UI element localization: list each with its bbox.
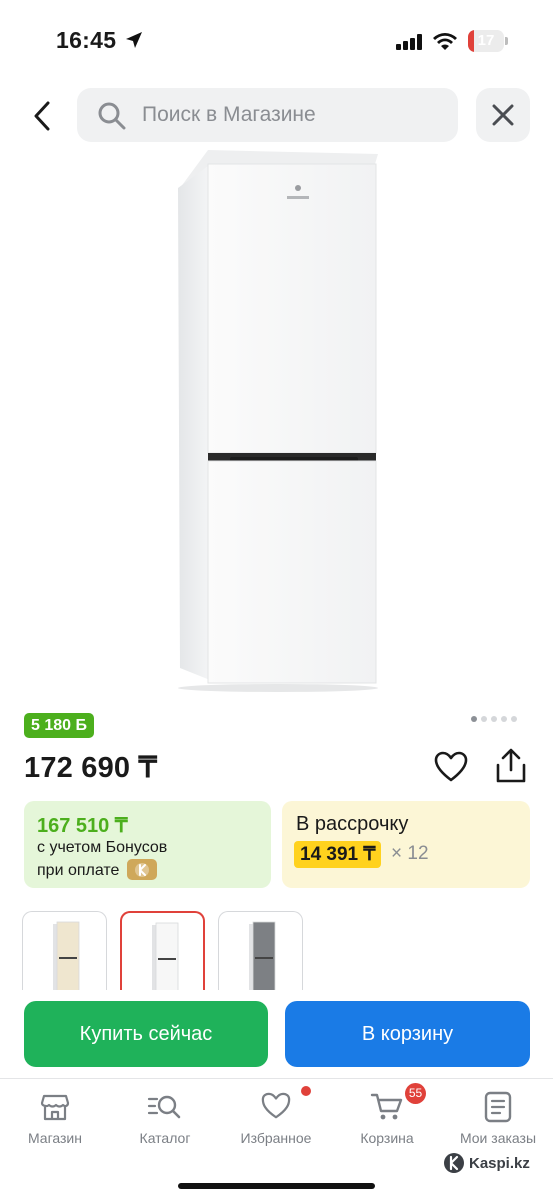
- search-placeholder: Поиск в Магазине: [142, 103, 316, 126]
- share-icon: [496, 748, 526, 783]
- tab-label: Избранное: [240, 1130, 312, 1146]
- tab-label: Мои заказы: [459, 1130, 537, 1146]
- variant-beige[interactable]: [22, 911, 107, 991]
- favorites-notification-dot: [301, 1086, 311, 1096]
- bonus-caption-line2: при оплате: [37, 862, 120, 879]
- installment-months: × 12: [391, 843, 429, 864]
- top-nav: Поиск в Магазине: [0, 88, 553, 144]
- catalog-search-icon: [147, 1095, 181, 1119]
- share-button[interactable]: [494, 748, 528, 789]
- pagination-dot[interactable]: [501, 716, 507, 722]
- tab-orders[interactable]: Мои заказы: [443, 1079, 553, 1159]
- kaspi-logo-icon: [444, 1153, 464, 1173]
- heart-icon: [434, 751, 468, 782]
- home-indicator[interactable]: [178, 1183, 375, 1189]
- tab-label: Каталог: [139, 1130, 191, 1146]
- variant-white[interactable]: [120, 911, 205, 991]
- kaspi-watermark: Kaspi.kz: [443, 1152, 530, 1174]
- watermark-text: Kaspi.kz: [469, 1154, 530, 1172]
- pagination-dot[interactable]: [491, 716, 497, 722]
- installment-card[interactable]: В рассрочку 14 391 ₸ × 12: [282, 801, 530, 888]
- cart-count-badge: 55: [405, 1083, 426, 1104]
- status-bar: 16:45 17: [0, 0, 553, 80]
- bonus-coin-icon: [127, 859, 157, 880]
- bonus-price: 167 510 ₸: [37, 815, 128, 837]
- product-image[interactable]: [150, 148, 400, 693]
- bonus-price-card[interactable]: 167 510 ₸ с учетом Бонусов при оплате: [24, 801, 271, 888]
- search-input[interactable]: Поиск в Магазине: [77, 88, 458, 142]
- orders-icon: [484, 1091, 512, 1123]
- tab-store[interactable]: Магазин: [0, 1079, 110, 1159]
- cellular-signal-icon: [396, 34, 422, 50]
- close-button[interactable]: [476, 88, 530, 142]
- variant-thumbnail: [249, 921, 276, 991]
- bonus-badge: 5 180 Б: [24, 713, 94, 738]
- status-time: 16:45: [56, 27, 117, 53]
- tab-bar: Магазин Каталог Избранное Корзина Мои за…: [0, 1078, 553, 1200]
- variant-thumbnail: [53, 921, 80, 991]
- product-price: 172 690 ₸: [24, 752, 158, 784]
- installment-price: 14 391 ₸: [294, 841, 382, 868]
- color-variants: [22, 911, 542, 991]
- battery-icon: 17: [468, 30, 508, 52]
- battery-level: 17: [477, 32, 495, 49]
- tab-label: Магазин: [27, 1130, 82, 1146]
- location-arrow-icon: [126, 32, 142, 48]
- chevron-left-icon: [34, 101, 50, 131]
- variant-thumbnail: [152, 922, 179, 991]
- image-pagination[interactable]: [471, 716, 517, 722]
- add-to-cart-button[interactable]: В корзину: [285, 1001, 530, 1067]
- close-icon: [492, 104, 514, 126]
- wifi-icon: [433, 33, 457, 50]
- tab-label: Корзина: [360, 1130, 414, 1146]
- store-icon: [40, 1094, 70, 1121]
- favorite-button[interactable]: [434, 751, 468, 788]
- bonus-caption-line1: с учетом Бонусов: [37, 839, 168, 856]
- pagination-dot[interactable]: [471, 716, 477, 722]
- tab-catalog[interactable]: Каталог: [110, 1079, 220, 1159]
- search-icon: [98, 102, 126, 130]
- back-button[interactable]: [24, 94, 60, 138]
- installment-title: В рассрочку: [296, 813, 409, 835]
- tab-favorites[interactable]: Избранное: [221, 1079, 331, 1159]
- buy-now-button[interactable]: Купить сейчас: [24, 1001, 268, 1067]
- pagination-dot[interactable]: [481, 716, 487, 722]
- pagination-dot[interactable]: [511, 716, 517, 722]
- cart-icon: [370, 1093, 403, 1120]
- heart-icon: [261, 1092, 291, 1119]
- variant-silver[interactable]: [218, 911, 303, 991]
